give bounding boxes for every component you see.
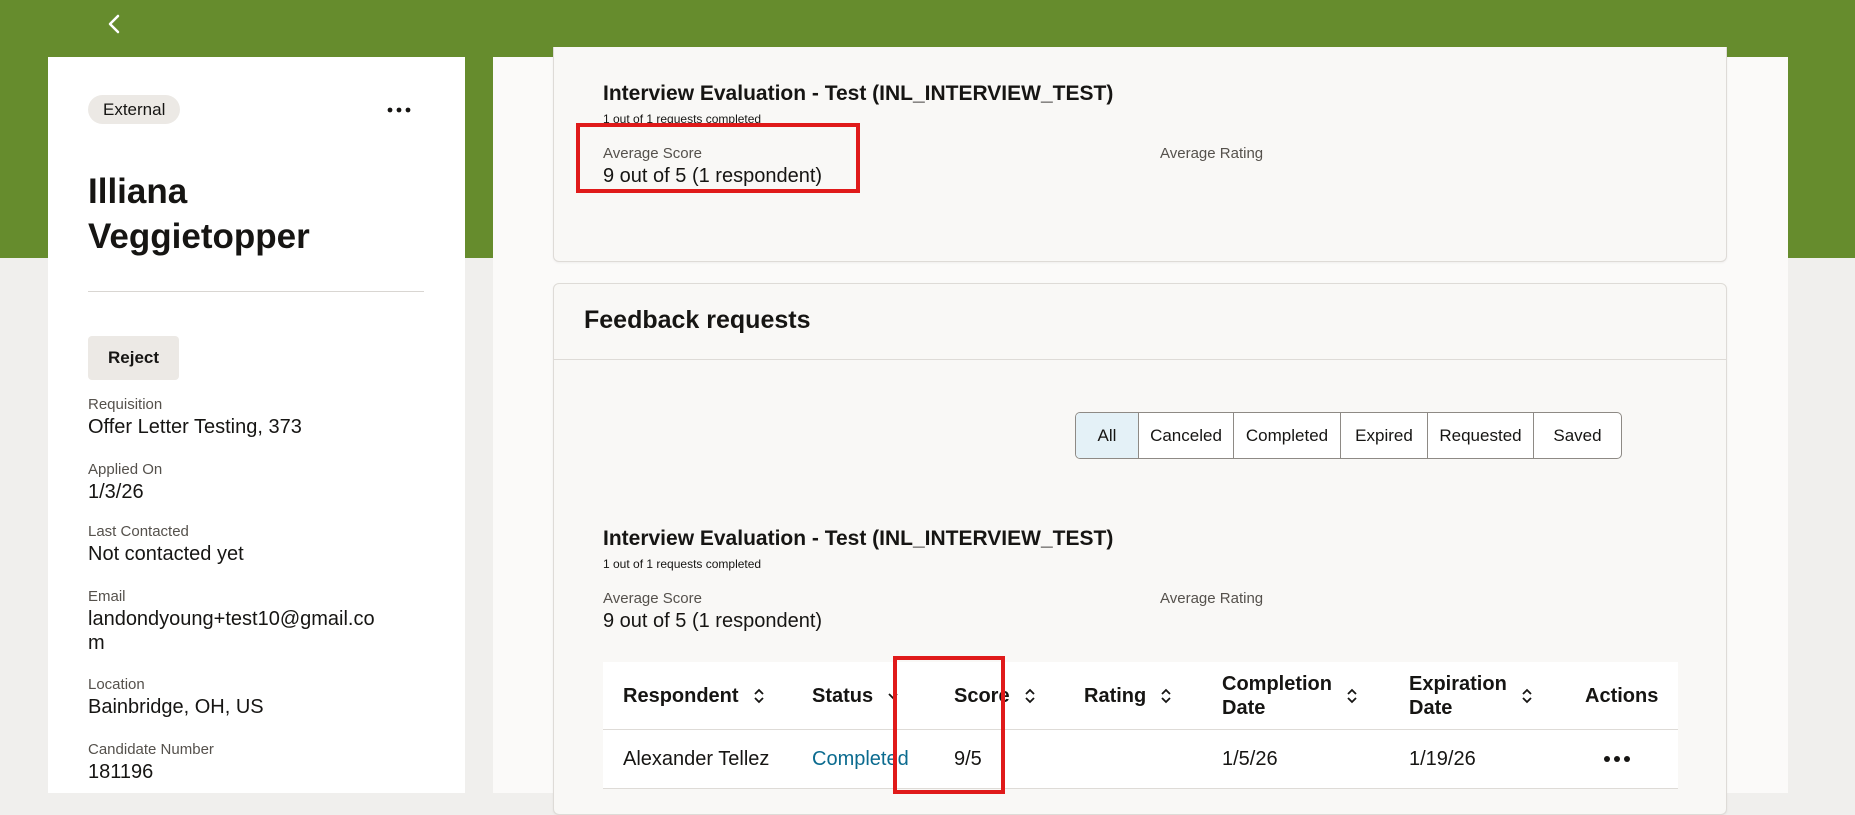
filter-all[interactable]: All	[1076, 413, 1139, 458]
candidate-name: Illiana Veggietopper	[88, 172, 310, 256]
applied-on-label: Applied On	[88, 461, 163, 478]
header-line: Date	[1222, 696, 1266, 719]
score-column-highlight-box	[893, 656, 1005, 794]
cell-respondent: Alexander Tellez	[623, 747, 770, 770]
sort-icon	[1521, 687, 1533, 705]
feedback-average-score-value: 9 out of 5 (1 respondent)	[603, 610, 823, 632]
table-row: Alexander Tellez Completed 9/5 1/5/26 1/…	[603, 730, 1678, 789]
status-filter: All Canceled Completed Expired Requested…	[1075, 412, 1622, 459]
column-header-respondent[interactable]: Respondent	[623, 662, 765, 729]
column-header-status[interactable]: Status	[812, 662, 899, 729]
column-header-actions: Actions	[1585, 662, 1658, 729]
requisition-value: Offer Letter Testing, 373	[88, 416, 302, 438]
header-line: Completion	[1222, 672, 1332, 695]
table-header-row: Respondent Status Score Rating Completio…	[603, 662, 1678, 730]
reject-button[interactable]: Reject	[88, 336, 179, 380]
feedback-table: Respondent Status Score Rating Completio…	[603, 656, 1678, 794]
sort-icon	[753, 687, 765, 705]
column-header-label: Completion Date	[1222, 672, 1332, 720]
header-line: Date	[1409, 696, 1453, 719]
column-header-label: Rating	[1084, 684, 1147, 707]
candidate-number-label: Candidate Number	[88, 741, 214, 758]
column-header-label: Actions	[1585, 684, 1659, 707]
score-highlight-box	[576, 123, 860, 193]
column-header-label: Status	[812, 684, 874, 707]
feedback-average-rating-label: Average Rating	[1160, 590, 1264, 607]
column-header-expiration-date[interactable]: Expiration Date	[1409, 662, 1533, 729]
header-line: Expiration	[1409, 672, 1507, 695]
sort-icon	[1160, 687, 1172, 705]
location-label: Location	[88, 676, 145, 693]
column-header-label: Expiration Date	[1409, 672, 1507, 720]
column-header-label: Respondent	[623, 684, 739, 707]
cell-expiration-date: 1/19/26	[1409, 747, 1476, 770]
applied-on-value: 1/3/26	[88, 481, 144, 503]
email-label: Email	[88, 588, 126, 605]
feedback-title: Feedback requests	[584, 306, 811, 334]
more-horizontal-icon	[387, 107, 411, 113]
email-value: landondyoung+test10@gmail.com	[88, 608, 375, 654]
filter-completed[interactable]: Completed	[1234, 413, 1341, 458]
evaluation-summary-card: Interview Evaluation - Test (INL_INTERVI…	[553, 47, 1727, 262]
sort-icon	[1346, 687, 1358, 705]
more-horizontal-icon	[1604, 756, 1630, 762]
candidate-number-value: 181196	[88, 761, 154, 783]
filter-canceled[interactable]: Canceled	[1139, 413, 1234, 458]
requisition-label: Requisition	[88, 396, 163, 413]
last-contacted-value: Not contacted yet	[88, 543, 244, 565]
row-actions-button[interactable]	[1603, 730, 1631, 788]
divider	[88, 291, 424, 292]
filter-saved[interactable]: Saved	[1534, 413, 1621, 458]
sort-icon	[1024, 687, 1036, 705]
cell-completion-date: 1/5/26	[1222, 747, 1278, 770]
average-rating-label: Average Rating	[1160, 145, 1264, 162]
feedback-header: Feedback requests	[554, 284, 1726, 360]
filter-requested[interactable]: Requested	[1428, 413, 1534, 458]
back-button[interactable]	[100, 8, 128, 40]
candidate-panel: External Illiana Veggietopper Reject Req…	[48, 57, 465, 793]
last-contacted-label: Last Contacted	[88, 523, 189, 540]
column-header-completion-date[interactable]: Completion Date	[1222, 662, 1358, 729]
location-value: Bainbridge, OH, US	[88, 696, 264, 718]
feedback-evaluation-subtitle: 1 out of 1 requests completed	[603, 557, 762, 571]
evaluation-title: Interview Evaluation - Test (INL_INTERVI…	[603, 82, 1114, 105]
filter-expired[interactable]: Expired	[1341, 413, 1428, 458]
main-content: Interview Evaluation - Test (INL_INTERVI…	[493, 47, 1788, 815]
candidate-type-badge: External	[88, 95, 181, 124]
candidate-more-button[interactable]	[384, 95, 414, 125]
chevron-left-icon	[108, 14, 120, 34]
feedback-average-score-label: Average Score	[603, 590, 702, 607]
feedback-evaluation-title: Interview Evaluation - Test (INL_INTERVI…	[603, 527, 1114, 550]
feedback-requests-card: Feedback requests All Canceled Completed…	[553, 283, 1727, 815]
column-header-rating[interactable]: Rating	[1084, 662, 1172, 729]
